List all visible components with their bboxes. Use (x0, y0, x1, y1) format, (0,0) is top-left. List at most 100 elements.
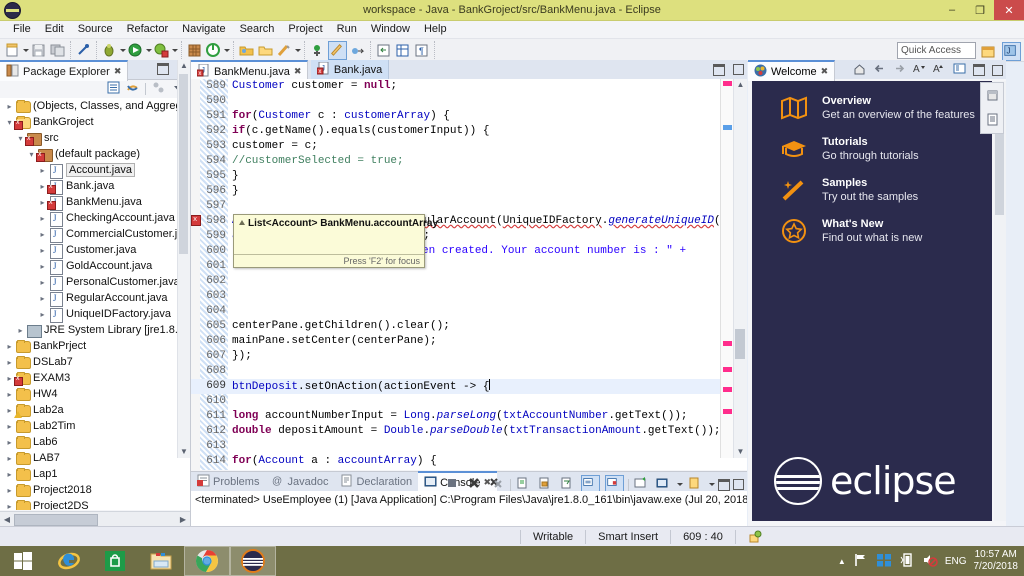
menu-item-window[interactable]: Window (364, 21, 417, 38)
console-tab[interactable]: Problems (191, 472, 265, 491)
expand-arrow-icon[interactable]: ▸ (37, 214, 48, 223)
tree-item[interactable]: ▸Bank.java (0, 178, 190, 195)
increase-font-icon[interactable]: A (933, 62, 946, 78)
ruler-error-marker[interactable] (723, 341, 732, 346)
new-dropdown-icon[interactable] (22, 42, 29, 59)
coverage-icon[interactable] (153, 42, 170, 59)
open-resource-icon[interactable] (238, 42, 255, 59)
expand-arrow-icon[interactable]: ▸ (4, 454, 15, 463)
code-line[interactable]: 613 (191, 439, 747, 454)
code-line[interactable]: 612 double depositAmount = Double.parseDo… (191, 424, 747, 439)
expand-arrow-icon[interactable]: ▸ (4, 438, 15, 447)
tree-item[interactable]: ▸ CheckingAccount.java (0, 210, 190, 227)
code-line[interactable]: 604 (191, 304, 747, 319)
ruler-error-marker[interactable] (723, 367, 732, 372)
welcome-vertical-scrollbar[interactable]: ▲ (994, 81, 1006, 521)
show-hidden-icons-icon[interactable]: ▲ (838, 557, 846, 566)
scroll-down-icon[interactable]: ▼ (734, 446, 747, 458)
editor-tab[interactable]: Jx BankMenu.java ✖ (191, 60, 309, 81)
open-type-dropdown-icon[interactable] (223, 42, 230, 59)
tab-package-explorer[interactable]: Package Explorer ✖ (0, 60, 129, 81)
eclipse-icon[interactable] (230, 546, 276, 576)
save-all-icon[interactable] (49, 42, 66, 59)
tree-item[interactable]: ▸ RegularAccount.java (0, 290, 190, 307)
scroll-up-icon[interactable]: ▲ (178, 60, 190, 72)
tree-horizontal-scrollbar[interactable]: ◀ ▶ (0, 511, 190, 526)
error-marker-icon[interactable] (191, 213, 201, 228)
new-package-icon[interactable] (186, 42, 203, 59)
menu-item-source[interactable]: Source (71, 21, 120, 38)
annotation-icon[interactable] (309, 42, 326, 59)
outline-icon[interactable] (394, 42, 411, 59)
file-explorer-icon[interactable] (138, 546, 184, 576)
maximize-editor-icon[interactable] (733, 64, 744, 75)
tree-item[interactable]: ▸ Customer.java (0, 242, 190, 259)
outline-view-icon[interactable] (981, 107, 1003, 131)
code-line[interactable]: 602 (191, 274, 747, 289)
start-icon[interactable] (0, 546, 46, 576)
expand-arrow-icon[interactable]: ▸ (37, 278, 48, 287)
tree-item[interactable]: ▸ Account.java (0, 162, 190, 179)
back-arrow-icon[interactable] (873, 62, 886, 78)
tab-welcome[interactable]: Welcome ✖ (748, 60, 836, 81)
internet-explorer-icon[interactable] (46, 546, 92, 576)
code-line[interactable]: 595} (191, 169, 747, 184)
scroll-right-icon[interactable]: ▶ (176, 515, 190, 524)
chrome-icon[interactable] (184, 546, 230, 576)
tree-item[interactable]: ▾src (0, 130, 190, 146)
tree-item[interactable]: ▸ Project2018 (0, 482, 190, 498)
project-tree[interactable]: ▸ (Objects, Classes, and Aggregation ▾Bank… (0, 98, 190, 510)
menu-item-project[interactable]: Project (281, 21, 329, 38)
tree-item[interactable]: ▸EXAM3 (0, 370, 190, 386)
store-icon[interactable] (92, 546, 138, 576)
menu-item-refactor[interactable]: Refactor (120, 21, 176, 38)
menu-item-run[interactable]: Run (330, 21, 364, 38)
expand-arrow-icon[interactable]: ▸ (4, 358, 15, 367)
code-line[interactable]: 606 mainPane.setCenter(centerPane); (191, 334, 747, 349)
back-icon[interactable] (375, 42, 392, 59)
tree-item[interactable]: ▸ Lab6 (0, 434, 190, 450)
tree-item[interactable]: ▾BankGroject (0, 114, 190, 130)
tree-item[interactable]: ▸ Project2DS (0, 498, 190, 510)
tree-item[interactable]: ▸ CommercialCustomer.j (0, 226, 190, 243)
tree-item[interactable]: ▸ DSLab7 (0, 354, 190, 370)
scroll-up-icon[interactable]: ▲ (734, 79, 747, 91)
ruler-error-marker[interactable] (723, 81, 732, 86)
code-line[interactable]: 603 (191, 289, 747, 304)
link-with-editor-icon[interactable] (126, 81, 139, 97)
minimize-welcome-icon[interactable] (973, 64, 985, 76)
close-button[interactable]: ✕ (994, 0, 1024, 20)
clock[interactable]: 10:57 AM 7/20/2018 (974, 549, 1019, 573)
expand-arrow-icon[interactable]: ▸ (4, 342, 15, 351)
minimize-view-icon[interactable] (157, 63, 169, 75)
link-icon[interactable] (75, 42, 92, 59)
code-line[interactable]: 609 btnDeposit.setOnAction(actionEvent ->… (191, 379, 747, 394)
debug-icon[interactable] (101, 42, 118, 59)
tree-item[interactable]: ▸ Lap1 (0, 466, 190, 482)
tree-item[interactable]: ▾(default package) (0, 146, 190, 162)
ruler-occurrence-marker[interactable] (723, 125, 732, 130)
expand-arrow-icon[interactable]: ▸ (37, 262, 48, 271)
code-line[interactable]: 607}); (191, 349, 747, 364)
scroll-thumb[interactable] (735, 329, 745, 359)
new-icon[interactable] (4, 42, 21, 59)
battery-icon[interactable] (899, 552, 915, 571)
code-line[interactable]: 590 (191, 94, 747, 109)
expand-arrow-icon[interactable]: ▸ (4, 470, 15, 479)
save-icon[interactable] (30, 42, 47, 59)
volume-muted-icon[interactable] (922, 552, 938, 571)
open-folder-icon[interactable] (257, 42, 274, 59)
ruler-error-marker[interactable] (723, 387, 732, 392)
close-icon[interactable]: ✖ (294, 66, 302, 77)
tree-item[interactable]: ▸ LAB7 (0, 450, 190, 466)
code-line[interactable]: 593 customer = c; (191, 139, 747, 154)
maximize-welcome-icon[interactable] (992, 64, 1003, 76)
code-line[interactable]: 614 for(Account a : accountArray) { (191, 454, 747, 469)
tree-item[interactable]: ▸BankMenu.java (0, 194, 190, 211)
close-icon[interactable]: ✖ (821, 66, 829, 77)
tree-item[interactable]: ▸ BankPrject (0, 338, 190, 354)
welcome-item-overview[interactable]: Overview Get an overview of the features (752, 81, 992, 122)
welcome-item-samples[interactable]: Samples Try out the samples (752, 163, 992, 204)
menu-item-file[interactable]: File (6, 21, 38, 38)
expand-arrow-icon[interactable]: ▸ (4, 502, 15, 511)
